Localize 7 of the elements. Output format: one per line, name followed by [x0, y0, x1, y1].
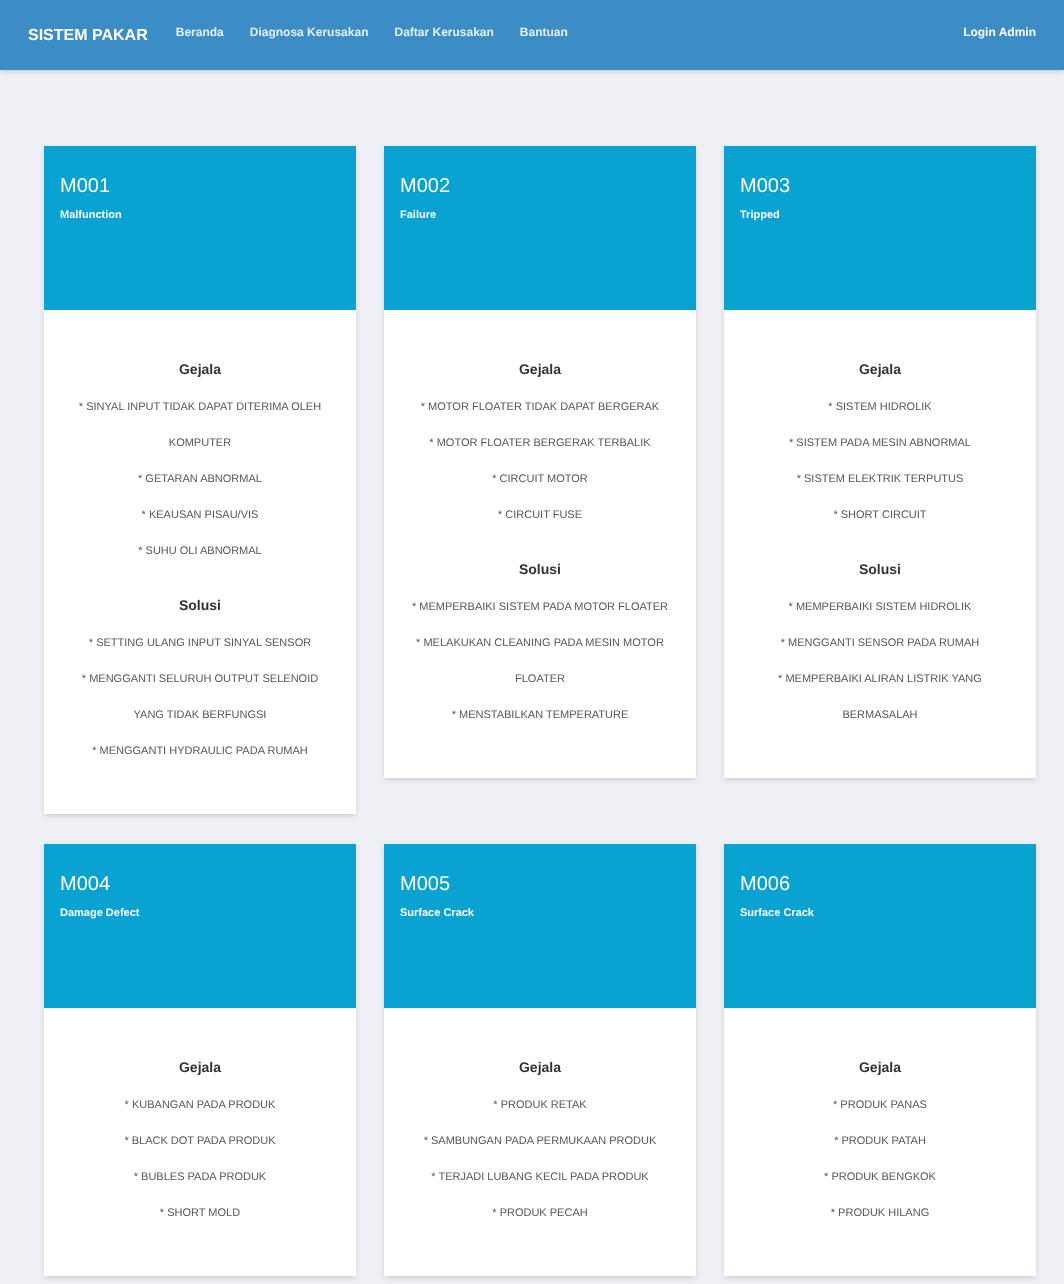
card-code: M001	[60, 174, 111, 202]
card-code: M004	[60, 872, 111, 900]
card-code: M003	[740, 174, 791, 202]
card-code: M005	[400, 872, 451, 900]
card-code: M006	[740, 872, 791, 900]
card-code: M002	[400, 174, 451, 202]
brand-link[interactable]: SISTEM PAKAR	[28, 23, 148, 47]
